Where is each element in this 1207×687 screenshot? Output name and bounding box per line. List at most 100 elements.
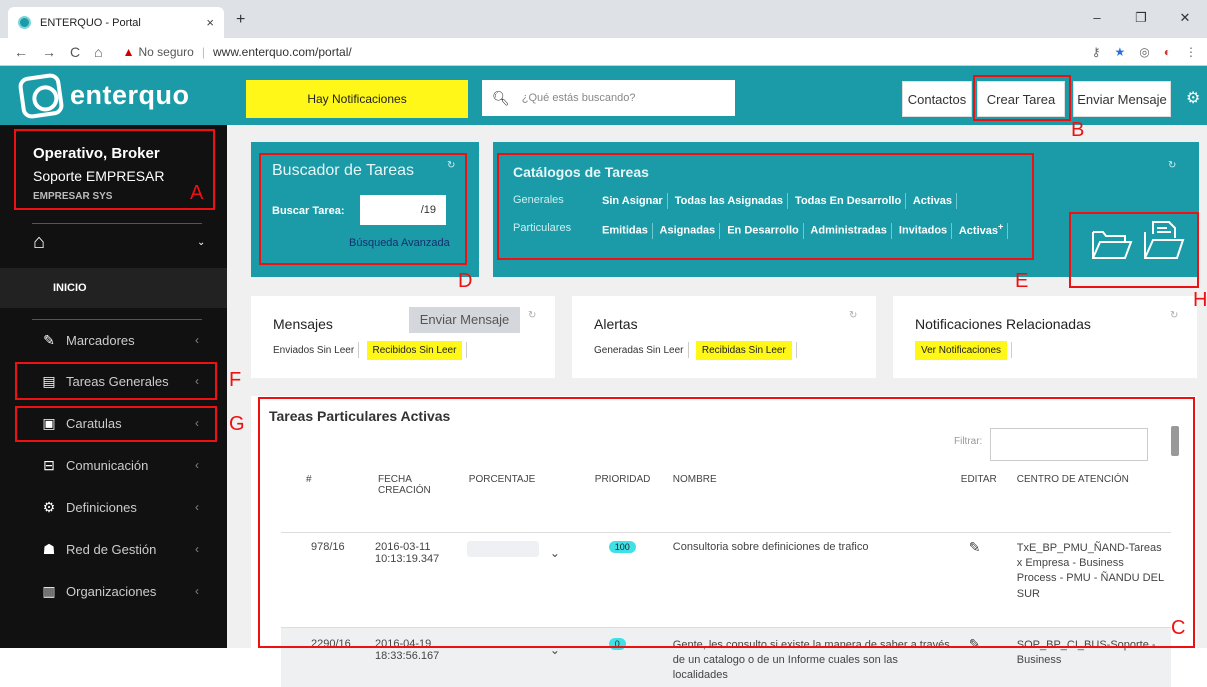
table-row[interactable]: 978/16 2016-03-11 10:13:19.347 ⌄ 100 Cons… [281, 532, 1171, 627]
settings-gear-icon[interactable]: ⚙ [1186, 88, 1200, 108]
sidebar-item-label: Caratulas [66, 415, 122, 431]
received-alerts-link[interactable]: Recibidas Sin Leer [695, 341, 792, 361]
home-menu-icon[interactable]: ⌂ [33, 231, 45, 254]
edit-icon[interactable]: ✎ [955, 532, 1011, 627]
catalogos-title: Catálogos de Tareas [513, 164, 649, 180]
key-icon[interactable]: ⚷ [1092, 45, 1101, 59]
logo[interactable]: enterquo [0, 66, 227, 125]
refresh-icon[interactable]: ↻ [447, 160, 455, 171]
folder-documents-icon[interactable] [1141, 218, 1185, 262]
minimize-button[interactable]: – [1075, 0, 1119, 38]
col-center[interactable]: CENTRO DE ATENCIÓN [1011, 474, 1171, 496]
home-icon[interactable]: ⌂ [94, 44, 102, 60]
catalog-link-invitados[interactable]: Invitados [899, 225, 947, 237]
col-edit[interactable]: EDITAR [955, 474, 1011, 496]
task-center: TxE_BP_PMU_ÑAND-Tareas x Empresa - Busin… [1016, 541, 1164, 600]
menu-icon[interactable]: ⋮ [1185, 45, 1197, 59]
url-text[interactable]: www.enterquo.com/portal/ [213, 45, 352, 59]
buscador-label: Buscar Tarea: [272, 205, 345, 217]
notifications-button[interactable]: Hay Notificaciones [246, 80, 468, 118]
edit-icon[interactable]: ✎ [955, 627, 1011, 687]
alertas-title: Alertas [594, 316, 638, 332]
catalog-link-asignadas[interactable]: Asignadas [660, 225, 716, 237]
new-tab-button[interactable]: + [236, 11, 245, 29]
forward-icon[interactable]: → [42, 44, 56, 60]
refresh-icon[interactable]: ↻ [849, 310, 857, 321]
scrollbar-thumb[interactable] [1171, 426, 1179, 456]
catalog-link-emitidas[interactable]: Emitidas [602, 225, 648, 237]
generales-label: Generales [513, 194, 564, 206]
col-percentage[interactable]: PORCENTAJE [451, 474, 575, 496]
sidebar-item-label: Definiciones [66, 499, 137, 515]
tab-close-icon[interactable]: × [206, 15, 214, 30]
view-notifications-link[interactable]: Ver Notificaciones [915, 341, 1008, 361]
sidebar-item-red-de-gestion[interactable]: ☗ Red de Gestión ‹ [0, 529, 227, 569]
catalog-link-todas-desarrollo[interactable]: Todas En Desarrollo [795, 195, 901, 207]
browser-tab[interactable]: ENTERQUO - Portal × [8, 7, 224, 38]
task-id[interactable]: 978/16 [281, 532, 351, 627]
table-row[interactable]: 2290/16 2016-04-19 18:33:56.167 ⌄ 0 Gente… [281, 627, 1171, 687]
send-message-panel-button[interactable]: Enviar Mensaje [409, 307, 520, 333]
back-icon[interactable]: ← [14, 44, 28, 60]
filter-input[interactable] [990, 428, 1148, 461]
catalog-link-todas-asignadas[interactable]: Todas las Asignadas [675, 195, 783, 207]
inbox-icon: ⊟ [43, 456, 55, 473]
extension-icon[interactable]: ◎ [1139, 45, 1149, 59]
sidebar-item-tareas-generales[interactable]: ▤ Tareas Generales ‹ [0, 361, 227, 401]
sidebar-item-organizaciones[interactable]: ▥ Organizaciones ‹ [0, 571, 227, 611]
catalog-link-activas[interactable]: Activas [913, 195, 952, 207]
contacts-button[interactable]: Contactos [902, 81, 972, 117]
advanced-search-link[interactable]: Búsqueda Avanzada [349, 237, 450, 249]
search-input[interactable]: ¿Qué estás buscando? [522, 92, 636, 104]
sidebar-item-marcadores[interactable]: ✎ Marcadores ‹ [0, 320, 227, 360]
search-icon: 🔍︎ [492, 89, 510, 106]
task-center: SOP_BP_CI_BUS-Soporte - Business [1016, 638, 1156, 666]
reload-icon[interactable]: C [70, 44, 80, 60]
url-separator: | [201, 44, 205, 59]
task-priority: 0 [575, 627, 655, 687]
task-search-input[interactable]: /19 [360, 195, 446, 225]
folder-open-icon[interactable] [1091, 224, 1133, 262]
user-name: Operativo, Broker [33, 145, 160, 162]
security-status[interactable]: No seguro [138, 45, 193, 59]
close-window-button[interactable]: ✕ [1163, 0, 1207, 38]
catalog-link-activas-plus[interactable]: Activas+ [959, 221, 1004, 237]
bookmark-star-icon[interactable]: ★ [1115, 45, 1126, 59]
catalog-link-administradas[interactable]: Administradas [810, 225, 886, 237]
col-number[interactable]: # [281, 474, 351, 496]
particulares-label: Particulares [513, 222, 572, 234]
mensajes-title: Mensajes [273, 316, 333, 332]
col-date[interactable]: FECHA CREACIÓN [351, 474, 451, 496]
table-header-row: # FECHA CREACIÓN PORCENTAJE PRIORIDAD NO… [281, 474, 1171, 496]
col-name[interactable]: NOMBRE [655, 474, 955, 496]
catalog-link-sin-asignar[interactable]: Sin Asignar [602, 195, 663, 207]
restore-button[interactable]: ❐ [1119, 0, 1163, 38]
home-link[interactable]: INICIO [53, 282, 87, 294]
tasks-table-grid: # FECHA CREACIÓN PORCENTAJE PRIORIDAD NO… [281, 474, 1171, 687]
notificaciones-panel: Notificaciones Relacionadas ↻ Ver Notifi… [893, 296, 1197, 378]
task-name[interactable]: Consultoria sobre definiciones de trafic… [655, 532, 955, 627]
extension-logo-icon[interactable]: ◐ [1164, 45, 1171, 59]
catalog-link-en-desarrollo[interactable]: En Desarrollo [727, 225, 799, 237]
sidebar-item-label: Comunicación [66, 457, 149, 473]
received-unread-link[interactable]: Recibidos Sin Leer [366, 341, 463, 361]
browser-tab-bar: ENTERQUO - Portal × + – ❐ ✕ [0, 0, 1207, 38]
col-priority[interactable]: PRIORIDAD [575, 474, 655, 496]
create-task-button[interactable]: Crear Tarea [977, 81, 1065, 117]
chevron-down-icon[interactable]: ⌄ [197, 237, 205, 248]
chevron-down-icon[interactable]: ⌄ [550, 643, 560, 657]
task-name[interactable]: Gente, les consulto si existe la manera … [655, 627, 955, 687]
annotation-label-h: H [1193, 289, 1207, 311]
sidebar-item-comunicacion[interactable]: ⊟ Comunicación ‹ [0, 445, 227, 485]
sidebar-item-definiciones[interactable]: ⚙ Definiciones ‹ [0, 487, 227, 527]
sent-unread-link[interactable]: Enviados Sin Leer [273, 345, 354, 356]
refresh-icon[interactable]: ↻ [528, 310, 536, 321]
refresh-icon[interactable]: ↻ [1170, 310, 1178, 321]
refresh-icon[interactable]: ↻ [1168, 160, 1176, 171]
chevron-down-icon[interactable]: ⌄ [550, 546, 560, 560]
task-id[interactable]: 2290/16 [281, 627, 351, 687]
sidebar-item-caratulas[interactable]: ▣ Caratulas ‹ [0, 403, 227, 443]
send-message-button[interactable]: Enviar Mensaje [1073, 81, 1171, 117]
generated-unread-link[interactable]: Generadas Sin Leer [594, 345, 684, 356]
search-box[interactable]: 🔍︎ ¿Qué estás buscando? [482, 80, 735, 116]
